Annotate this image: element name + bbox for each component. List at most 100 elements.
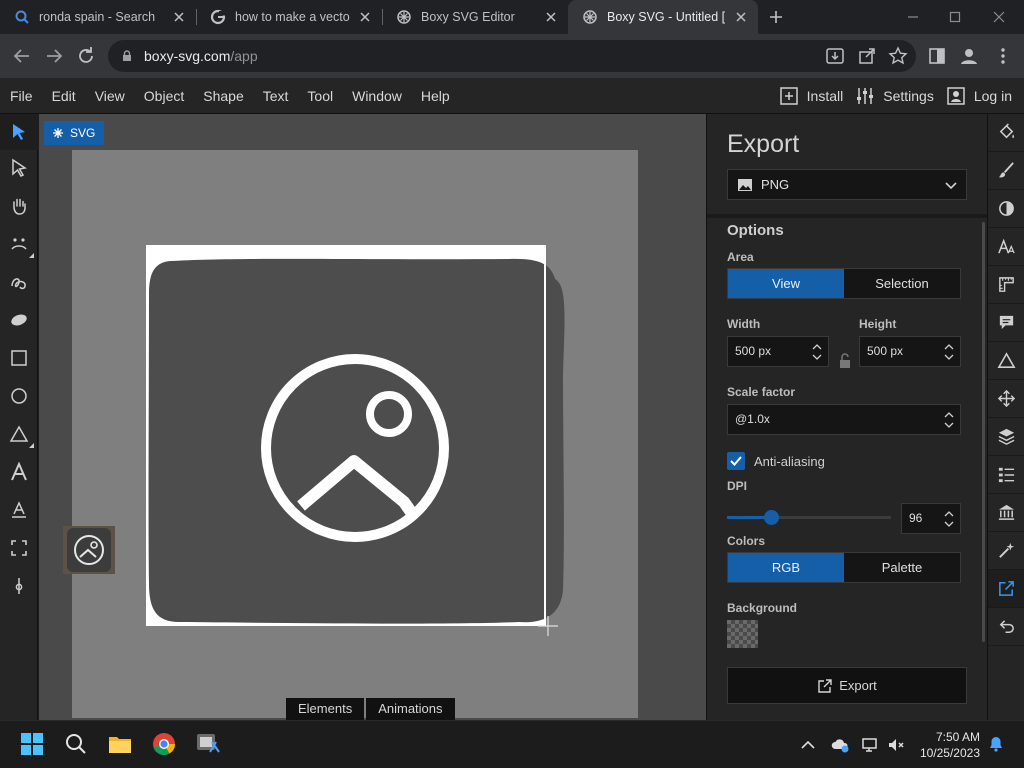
share-icon[interactable] [856, 45, 878, 67]
menu-help[interactable]: Help [411, 78, 459, 114]
geometry-panel-button[interactable] [988, 266, 1024, 304]
side-panel-icon[interactable] [926, 45, 948, 67]
export-options-scroll[interactable]: Options Area View Selection Width Height… [707, 218, 988, 650]
bookmark-star-icon[interactable] [887, 45, 909, 67]
defs-panel-button[interactable] [988, 456, 1024, 494]
lock-icon[interactable] [120, 49, 134, 63]
scale-factor-input[interactable]: @1.0x [727, 404, 961, 435]
typography-panel-button[interactable] [988, 228, 1024, 266]
spinner-icon[interactable] [944, 508, 954, 530]
menu-edit[interactable]: Edit [42, 78, 85, 114]
close-icon[interactable] [172, 10, 186, 24]
restore-icon[interactable] [944, 6, 966, 28]
compositing-panel-button[interactable] [988, 190, 1024, 228]
dpi-slider-thumb[interactable] [764, 510, 780, 525]
width-input[interactable]: 500 px [727, 336, 829, 367]
blob-tool[interactable] [0, 302, 38, 338]
minimize-icon[interactable] [902, 6, 924, 28]
generators-panel-button[interactable] [988, 532, 1024, 570]
window-close-icon[interactable] [988, 6, 1010, 28]
menu-text[interactable]: Text [253, 78, 298, 114]
reload-icon[interactable] [74, 44, 98, 68]
text-tool[interactable] [0, 454, 38, 490]
crop-tool[interactable] [0, 530, 38, 566]
install-app-icon[interactable] [824, 45, 846, 67]
tab-elements[interactable]: Elements [286, 698, 365, 720]
anti-aliasing-checkbox[interactable] [727, 452, 745, 470]
back-arrow-icon[interactable] [10, 44, 34, 68]
panel-scrollbar[interactable] [982, 222, 985, 642]
stroke-panel-button[interactable] [988, 152, 1024, 190]
rectangle-tool[interactable] [0, 340, 38, 376]
fill-panel-button[interactable] [988, 114, 1024, 152]
format-select[interactable]: PNG [727, 169, 967, 200]
menu-view[interactable]: View [85, 78, 134, 114]
snipping-tool-icon[interactable] [194, 730, 222, 758]
aspect-lock-icon[interactable] [838, 352, 852, 370]
volume-muted-icon[interactable] [886, 735, 906, 755]
area-view-button[interactable]: View [728, 269, 844, 298]
windows-start-icon[interactable] [18, 730, 46, 758]
area-selection-button[interactable]: Selection [844, 269, 960, 298]
profile-icon[interactable] [958, 45, 980, 67]
comments-panel-button[interactable] [988, 304, 1024, 342]
dpi-slider[interactable] [727, 510, 891, 525]
file-explorer-icon[interactable] [106, 730, 134, 758]
login-button[interactable]: Log in [946, 86, 1012, 106]
colors-palette-button[interactable]: Palette [844, 553, 960, 582]
rounded-square-shape[interactable] [148, 258, 565, 624]
canvas-area[interactable]: SVG Elements Animations [39, 114, 706, 720]
ellipse-tool[interactable] [0, 378, 38, 414]
export-panel-button[interactable] [988, 570, 1024, 608]
install-button[interactable]: Install [779, 86, 843, 106]
taskbar-clock[interactable]: 7:50 AM 10/25/2023 [920, 729, 980, 761]
new-tab-icon[interactable] [766, 7, 786, 27]
url-field[interactable]: boxy-svg.com/app [108, 40, 916, 72]
colors-rgb-button[interactable]: RGB [728, 553, 844, 582]
chrome-icon[interactable] [150, 730, 178, 758]
spinner-icon[interactable] [944, 409, 954, 431]
notification-bell-icon[interactable] [987, 735, 1005, 753]
forward-arrow-icon[interactable] [42, 44, 66, 68]
menu-object[interactable]: Object [134, 78, 193, 114]
menu-window[interactable]: Window [342, 78, 411, 114]
triangle-panel-button[interactable] [988, 342, 1024, 380]
close-icon[interactable] [734, 10, 748, 24]
menu-tool[interactable]: Tool [297, 78, 342, 114]
edit-tool[interactable] [0, 150, 38, 186]
menu-shape[interactable]: Shape [193, 78, 252, 114]
history-panel-button[interactable] [988, 608, 1024, 646]
background-color-swatch[interactable] [727, 620, 758, 648]
zoom-tool[interactable] [0, 226, 38, 262]
text-path-tool[interactable] [0, 492, 38, 528]
menu-file[interactable]: File [0, 78, 42, 114]
layer-thumbnail[interactable] [63, 526, 115, 574]
pan-tool[interactable] [0, 188, 38, 224]
artwork[interactable] [39, 114, 706, 720]
dpi-input[interactable]: 96 [901, 503, 961, 534]
cloud-sync-icon[interactable] [830, 735, 850, 755]
spinner-icon[interactable] [812, 341, 822, 363]
height-input[interactable]: 500 px [859, 336, 961, 367]
layers-panel-button[interactable] [988, 418, 1024, 456]
browser-tab-4[interactable]: Boxy SVG - Untitled [E [568, 0, 758, 34]
spinner-icon[interactable] [944, 341, 954, 363]
polygon-tool[interactable] [0, 416, 38, 452]
browser-tab-2[interactable]: how to make a vector i [196, 0, 382, 34]
browser-tab-3[interactable]: Boxy SVG Editor [382, 0, 568, 34]
browser-tab-1[interactable]: ronda spain - Search [0, 0, 196, 34]
library-panel-button[interactable] [988, 494, 1024, 532]
gradient-tool[interactable] [0, 568, 38, 604]
chevron-up-icon[interactable] [798, 735, 818, 755]
tab-animations[interactable]: Animations [366, 698, 455, 720]
freehand-tool[interactable] [0, 264, 38, 300]
display-settings-icon[interactable] [860, 735, 880, 755]
transform-panel-button[interactable] [988, 380, 1024, 418]
close-icon[interactable] [544, 10, 558, 24]
transform-tool[interactable] [0, 114, 38, 150]
close-icon[interactable] [358, 10, 372, 24]
settings-button[interactable]: Settings [855, 86, 934, 106]
more-menu-icon[interactable] [992, 45, 1014, 67]
export-button[interactable]: Export [727, 667, 967, 704]
search-icon[interactable] [62, 730, 90, 758]
